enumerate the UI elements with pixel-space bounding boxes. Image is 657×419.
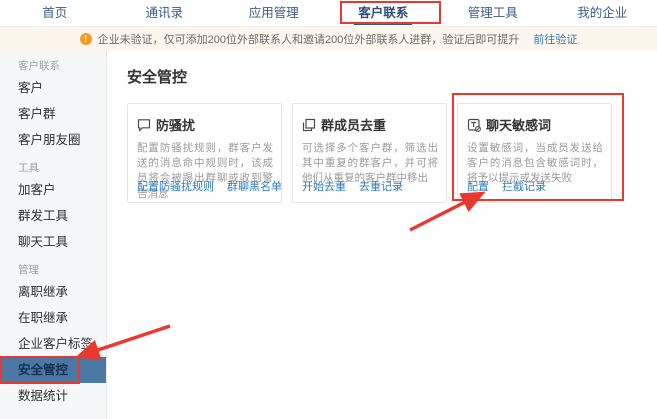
nav-item-my-enterprise[interactable]: 我的企业 <box>548 0 657 26</box>
active-tab-underline <box>354 22 412 25</box>
nav-item-contacts[interactable]: 通讯录 <box>110 0 220 26</box>
feature-cards: 防骚扰 配置防骚扰规则，群客户发送的消息命中规则时，该成员将会被踢出群聊或收到警… <box>127 103 657 203</box>
warning-icon: ! <box>80 33 92 45</box>
start-dedupe-link[interactable]: 开始去重 <box>302 178 346 194</box>
dedupe-icon <box>302 118 316 132</box>
nav-item-customer-contact[interactable]: 客户联系 <box>329 0 439 26</box>
sidebar-item-chat-tool[interactable]: 聊天工具 <box>0 229 106 255</box>
dedupe-records-link[interactable]: 去重记录 <box>359 178 403 194</box>
main-content: 安全管控 防骚扰 配置防骚扰规则，群客户发送的消息命中规则时，该成员将会被踢出群… <box>107 51 657 419</box>
sidebar-item-onjob-inherit[interactable]: 在职继承 <box>0 305 106 331</box>
page-title: 安全管控 <box>127 66 657 87</box>
sidebar-item-data-statistics[interactable]: 数据统计 <box>0 383 106 409</box>
top-nav: 首页 通讯录 应用管理 客户联系 管理工具 我的企业 <box>0 0 657 27</box>
group-blacklist-link[interactable]: 群聊黑名单 <box>227 178 282 194</box>
sidebar-group-management: 管理 <box>0 261 106 279</box>
notice-text: 企业未验证，仅可添加200位外部联系人和邀请200位外部联系人进群，验证后即可提… <box>98 31 520 47</box>
sidebar-item-customer-tags[interactable]: 企业客户标签 <box>0 331 106 357</box>
sidebar-item-customer-moments[interactable]: 客户朋友圈 <box>0 127 106 153</box>
sidebar-group-tools: 工具 <box>0 159 106 177</box>
sidebar-item-resigned-inherit[interactable]: 离职继承 <box>0 279 106 305</box>
card-member-dedupe: 群成员去重 可选择多个客户群，筛选出其中重复的群客户，并可将他们从重复的客户群中… <box>292 103 447 203</box>
card-title: 防骚扰 <box>156 115 195 134</box>
sidebar-item-security-control[interactable]: 安全管控 <box>0 357 106 383</box>
card-anti-harassment: 防骚扰 配置防骚扰规则，群客户发送的消息命中规则时，该成员将会被踢出群聊或收到警… <box>127 103 282 203</box>
nav-item-home[interactable]: 首页 <box>0 0 110 26</box>
sidebar: 客户联系 客户 客户群 客户朋友圈 工具 加客户 群发工具 聊天工具 管理 离职… <box>0 51 107 419</box>
nav-item-label: 客户联系 <box>358 6 408 20</box>
configure-anti-harassment-link[interactable]: 配置防骚扰规则 <box>137 178 214 194</box>
verification-notice-bar: ! 企业未验证，仅可添加200位外部联系人和邀请200位外部联系人进群，验证后即… <box>0 27 657 51</box>
sidebar-item-customers[interactable]: 客户 <box>0 75 106 101</box>
anti-harassment-icon <box>137 118 151 132</box>
sensitive-words-icon <box>467 118 481 132</box>
sidebar-item-add-customer[interactable]: 加客户 <box>0 177 106 203</box>
sidebar-item-broadcast-tool[interactable]: 群发工具 <box>0 203 106 229</box>
nav-item-app-management[interactable]: 应用管理 <box>219 0 329 26</box>
card-sensitive-words: 聊天敏感词 设置敏感词，当成员发送给客户的消息包含敏感词时，将予以提示或发送失败… <box>457 103 612 203</box>
go-verify-link[interactable]: 前往验证 <box>533 31 577 47</box>
card-title: 群成员去重 <box>321 115 386 134</box>
sidebar-group-customer-contact: 客户联系 <box>0 57 106 75</box>
configure-sensitive-words-link[interactable]: 配置 <box>467 178 489 194</box>
card-title: 聊天敏感词 <box>486 115 551 134</box>
nav-item-management-tools[interactable]: 管理工具 <box>438 0 548 26</box>
intercept-records-link[interactable]: 拦截记录 <box>502 178 546 194</box>
sidebar-item-customer-groups[interactable]: 客户群 <box>0 101 106 127</box>
